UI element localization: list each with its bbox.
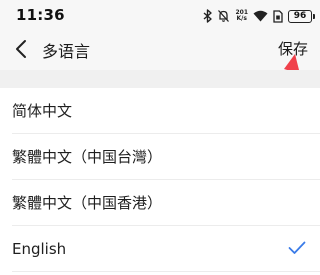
- language-option-simplified-chinese[interactable]: 简体中文: [0, 88, 320, 134]
- status-time: 11:36: [16, 6, 65, 24]
- section-gap: [0, 70, 320, 88]
- back-arrow-icon[interactable]: [12, 38, 32, 60]
- language-option-traditional-chinese-taiwan[interactable]: 繁體中文（中国台灣）: [0, 134, 320, 180]
- page-title: 多语言: [42, 42, 91, 61]
- wifi-icon: [253, 10, 268, 22]
- sim-icon: [273, 9, 283, 23]
- language-label: 繁體中文（中国香港）: [12, 194, 163, 212]
- mute-icon: [218, 10, 230, 22]
- language-option-english[interactable]: English: [0, 226, 320, 272]
- net-speed-indicator: 201 K/s: [235, 10, 248, 22]
- battery-icon: 96: [288, 9, 315, 23]
- status-icons: 201 K/s 96: [203, 8, 315, 24]
- language-label: 简体中文: [12, 102, 73, 120]
- language-list: 简体中文 繁體中文（中国台灣） 繁體中文（中国香港） English: [0, 88, 320, 272]
- status-bar: 11:36 201 K/s 96: [0, 0, 320, 30]
- language-option-traditional-chinese-hongkong[interactable]: 繁體中文（中国香港）: [0, 180, 320, 226]
- language-label: English: [12, 240, 67, 258]
- bluetooth-icon: [204, 9, 213, 23]
- language-label: 繁體中文（中国台灣）: [12, 148, 163, 166]
- checkmark-icon: [288, 241, 306, 254]
- net-speed-unit: K/s: [236, 15, 247, 22]
